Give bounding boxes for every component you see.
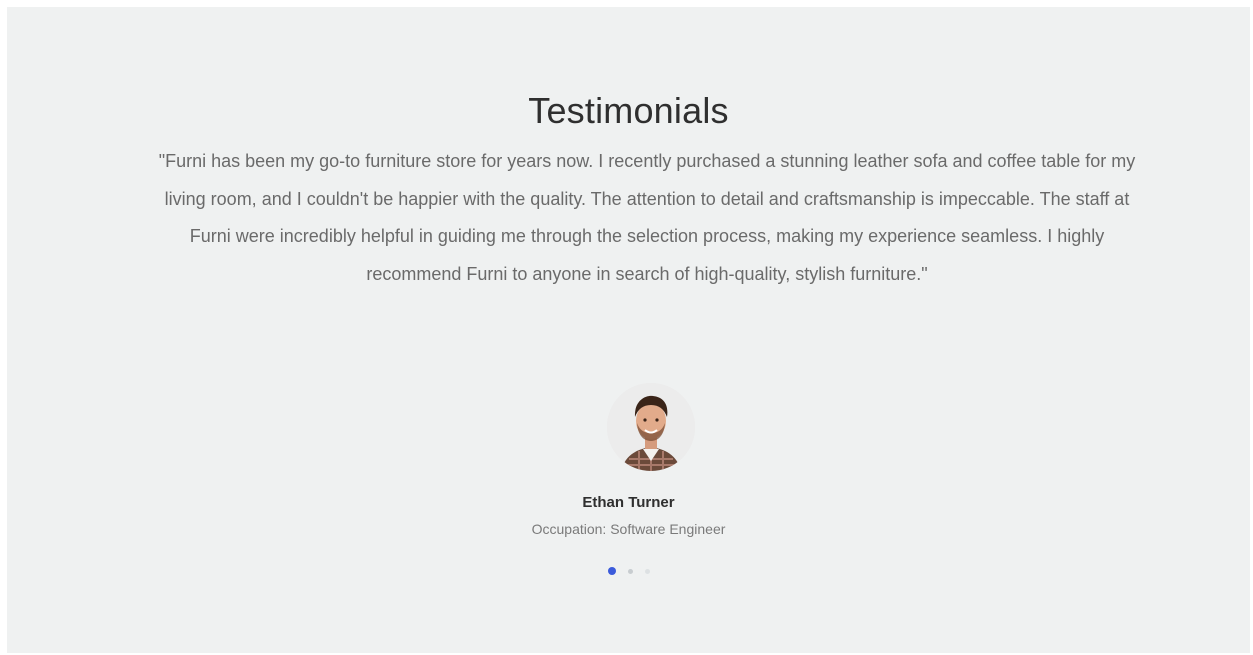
testimonial-quote: "Furni has been my go-to furniture store… [158, 151, 1136, 284]
person-portrait-icon [607, 383, 695, 471]
section-title: Testimonials [528, 90, 729, 131]
carousel-dot-2[interactable] [627, 569, 633, 574]
author-name: Ethan Turner [582, 494, 675, 511]
testimonials-section: Testimonials "Furni has been my go-to fu… [7, 7, 1250, 653]
carousel-dots [7, 567, 1250, 575]
carousel-dot-1[interactable] [607, 567, 616, 575]
carousel-dot-3[interactable] [644, 569, 650, 574]
author-occupation: Occupation: Software Engineer [531, 521, 726, 537]
author-avatar [607, 383, 695, 471]
